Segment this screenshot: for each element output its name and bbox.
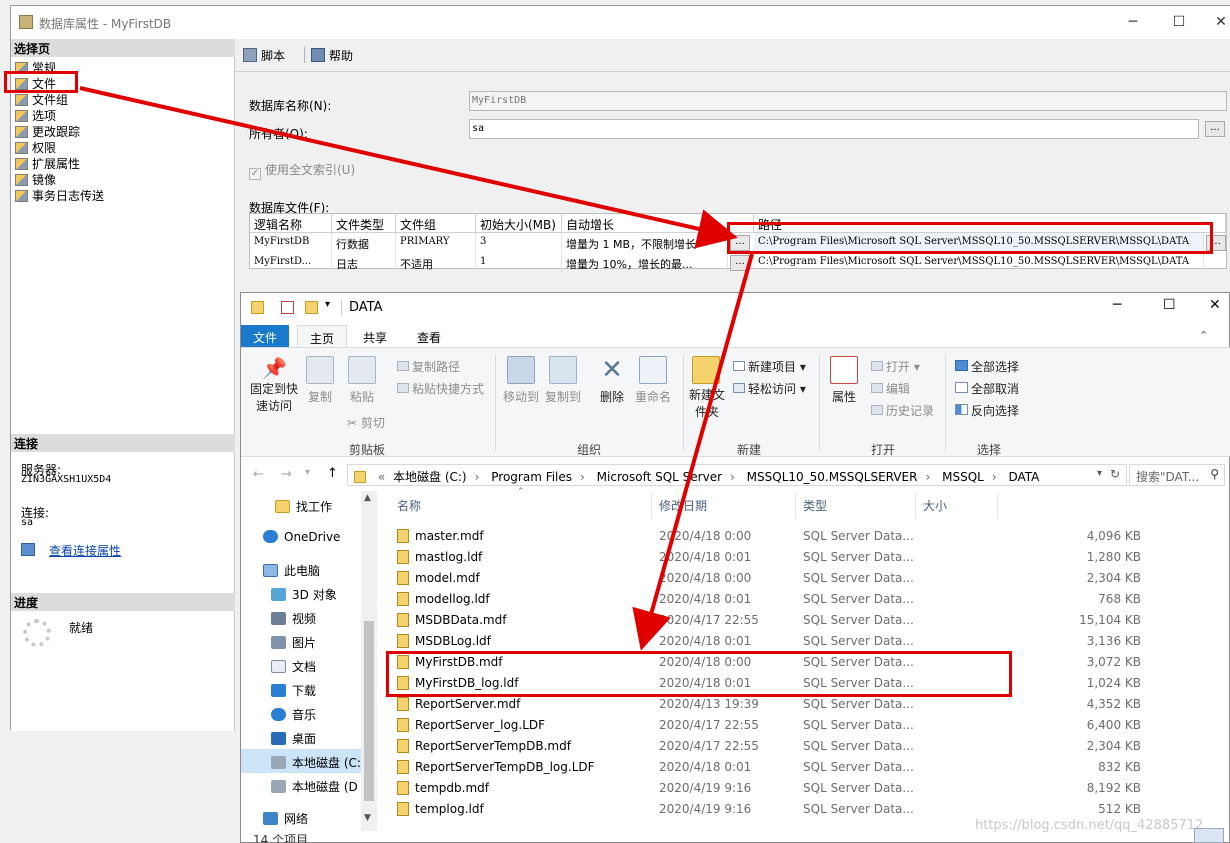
details-view-icon[interactable] [1194, 828, 1224, 843]
annotation-arrows [79, 86, 754, 651]
watermark: https://blog.csdn.net/qq_42885712 [975, 818, 1204, 833]
arrow-path-to-files [632, 253, 754, 651]
arrow-files-to-path [79, 86, 738, 249]
